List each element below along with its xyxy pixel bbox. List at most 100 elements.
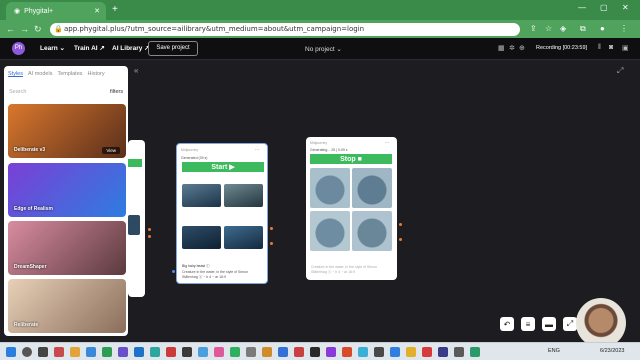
side-control-icon[interactable]: ▪ — [260, 232, 261, 237]
view-button[interactable]: View — [102, 147, 120, 154]
node-port[interactable] — [399, 238, 402, 241]
zoom-icon[interactable]: ⊕ — [519, 44, 525, 52]
menu-ai-library[interactable]: AI Library ↗ — [112, 44, 150, 52]
chrome-menu-icon[interactable]: ⋮ — [620, 24, 628, 33]
project-select[interactable]: No project ⌄ — [305, 45, 342, 53]
image-thumbnail[interactable] — [310, 168, 350, 208]
search-input[interactable]: Search — [9, 89, 26, 95]
app-icon[interactable] — [374, 347, 384, 357]
forward-icon[interactable]: → — [20, 24, 29, 34]
clock-date[interactable]: 6/23/2023 — [600, 348, 624, 354]
model-card-edge-of-realism[interactable]: Edge of Realism — [8, 163, 126, 217]
app-icon[interactable] — [422, 347, 432, 357]
new-tab-button[interactable]: + — [112, 4, 118, 15]
app-icon[interactable] — [358, 347, 368, 357]
app-icon[interactable] — [182, 347, 192, 357]
app-icon[interactable] — [246, 347, 256, 357]
node-port[interactable] — [270, 242, 273, 245]
app-icon[interactable] — [166, 347, 176, 357]
comment-icon[interactable]: ▬ — [542, 317, 556, 331]
tab-history[interactable]: History — [88, 71, 105, 77]
image-thumbnail[interactable] — [128, 215, 140, 235]
app-icon[interactable] — [134, 347, 144, 357]
reload-icon[interactable]: ↻ — [34, 24, 42, 35]
expand-icon[interactable]: ⤢ — [617, 66, 623, 76]
image-thumbnail[interactable] — [224, 184, 263, 207]
menu-learn[interactable]: Learn ⌄ — [40, 44, 65, 52]
task-view-icon[interactable] — [38, 347, 48, 357]
settings-icon[interactable]: ✲ — [509, 44, 515, 52]
app-icon[interactable] — [294, 347, 304, 357]
app-icon[interactable] — [230, 347, 240, 357]
phygital-logo[interactable]: Ph — [12, 42, 25, 55]
image-thumbnail[interactable] — [182, 226, 221, 249]
model-card-reliberate[interactable]: Reliberate — [8, 279, 126, 333]
app-icon[interactable] — [438, 347, 448, 357]
app-icon[interactable] — [406, 347, 416, 357]
app-icon[interactable] — [278, 347, 288, 357]
tab-close-icon[interactable]: ✕ — [94, 7, 100, 15]
model-card-deliberate[interactable]: Deliberate v3 View — [8, 104, 126, 158]
fullscreen-icon[interactable]: ⤢ — [563, 317, 577, 331]
app-icon[interactable] — [470, 347, 480, 357]
app-icon[interactable] — [310, 347, 320, 357]
app-icon[interactable] — [118, 347, 128, 357]
image-thumbnail[interactable] — [352, 211, 392, 251]
node-port[interactable] — [148, 235, 151, 238]
app-icon[interactable] — [86, 347, 96, 357]
node-card-left[interactable] — [128, 140, 145, 297]
star-icon[interactable]: ☆ — [545, 24, 552, 33]
app-icon[interactable] — [454, 347, 464, 357]
tab-styles[interactable]: Styles — [8, 71, 23, 77]
url-field[interactable]: 🔒 app.phygital.plus/?utm_source=ailibrar… — [50, 23, 520, 36]
save-project-button[interactable]: Save project — [148, 41, 198, 56]
node-card-right[interactable]: Midjourney ⋯ Generating... 25 | 0:09 s S… — [306, 137, 397, 280]
layers-icon[interactable]: ≡ — [521, 317, 535, 331]
minimize-icon[interactable]: — — [578, 3, 586, 12]
node-port[interactable] — [270, 227, 273, 230]
back-icon[interactable]: ← — [6, 24, 15, 34]
menu-train-ai[interactable]: Train AI ↗ — [74, 44, 105, 52]
side-control-icon[interactable]: ▪ — [260, 239, 261, 244]
node-options-icon[interactable]: ⋯ — [255, 147, 259, 152]
folder-icon[interactable] — [70, 347, 80, 357]
tab-ai-models[interactable]: AI models — [28, 71, 52, 77]
node-port[interactable] — [399, 223, 402, 226]
profile-icon[interactable]: ● — [600, 24, 605, 33]
share-icon[interactable]: ⇪ — [530, 24, 537, 33]
grid-icon[interactable]: ▦ — [498, 44, 505, 52]
stop-button[interactable]: Stop ■ — [310, 154, 392, 164]
image-thumbnail[interactable] — [310, 211, 350, 251]
maximize-icon[interactable]: ▢ — [600, 3, 608, 12]
start-button[interactable]: Start ▶ — [182, 162, 264, 172]
app-icon[interactable] — [390, 347, 400, 357]
close-window-icon[interactable]: ✕ — [622, 3, 629, 12]
browser-tab[interactable]: ◉ Phygital+ ✕ — [6, 2, 106, 20]
node-port[interactable] — [172, 270, 175, 273]
pause-icon[interactable]: ‖ — [598, 44, 601, 51]
app-icon[interactable] — [150, 347, 160, 357]
image-thumbnail[interactable] — [352, 168, 392, 208]
filters-button[interactable]: filters — [110, 89, 123, 95]
camera-icon[interactable]: ◙ — [609, 44, 613, 51]
tab-templates[interactable]: Templates — [57, 71, 82, 77]
chrome-icon[interactable] — [102, 347, 112, 357]
node-card-middle[interactable]: Midjourney ⋯ Generated (39 s) Start ▶ ▪ … — [176, 143, 268, 284]
image-thumbnail[interactable] — [182, 184, 221, 207]
model-card-dreamshaper[interactable]: DreamShaper — [8, 221, 126, 275]
extension-icon[interactable]: ◈ — [560, 24, 566, 33]
start-button-partial[interactable] — [128, 159, 142, 167]
image-thumbnail[interactable] — [224, 226, 263, 249]
language-indicator[interactable]: ENG — [548, 348, 560, 354]
start-menu-icon[interactable] — [6, 347, 16, 357]
node-port[interactable] — [148, 228, 151, 231]
node-options-icon[interactable]: ⋯ — [385, 140, 389, 145]
collapse-panel-icon[interactable]: « — [134, 66, 138, 75]
search-icon[interactable] — [22, 347, 32, 357]
app-icon[interactable] — [342, 347, 352, 357]
extensions-puzzle-icon[interactable]: ⧉ — [580, 24, 586, 34]
app-icon[interactable] — [198, 347, 208, 357]
app-icon[interactable] — [214, 347, 224, 357]
undo-icon[interactable]: ↶ — [500, 317, 514, 331]
app-icon[interactable] — [262, 347, 272, 357]
